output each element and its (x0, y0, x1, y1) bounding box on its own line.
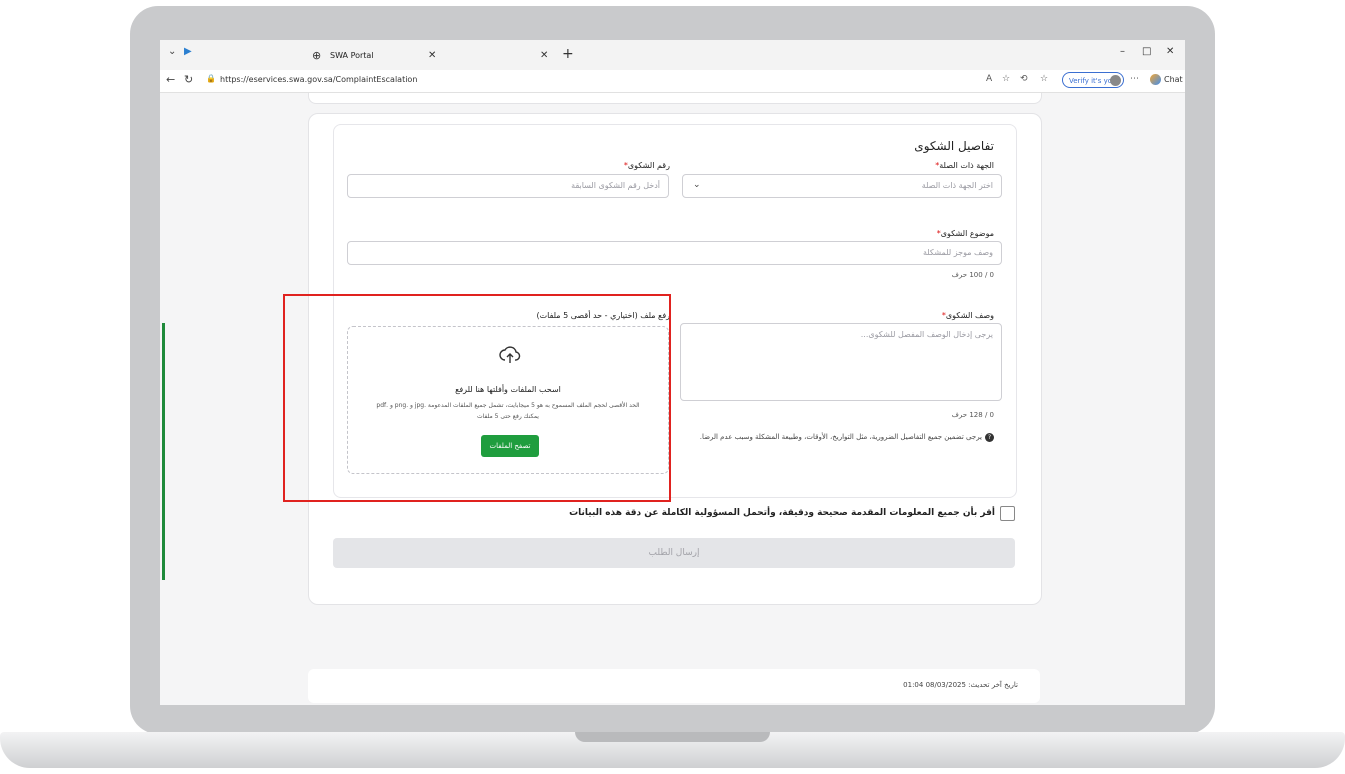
laptop-notch (575, 732, 770, 742)
copilot-icon (1150, 74, 1161, 85)
help-icon: ? (985, 433, 994, 442)
subject-placeholder: وصف موجز للمشكلة (922, 248, 993, 257)
description-label: وصف الشكوى* (941, 311, 994, 320)
entity-placeholder: اختر الجهة ذات الصلة (921, 181, 993, 190)
consent-text: أقر بأن جميع المعلومات المقدمة صحيحة ودق… (569, 508, 995, 518)
back-icon[interactable]: ← (166, 73, 175, 86)
previous-card (308, 93, 1042, 104)
read-aloud-icon[interactable]: A (986, 74, 992, 84)
lock-icon: 🔒 (206, 74, 216, 83)
description-placeholder: يرجى إدخال الوصف المفصل للشكوى... (860, 330, 993, 339)
tab-title: SWA Portal (330, 51, 374, 60)
description-textarea[interactable]: يرجى إدخال الوصف المفصل للشكوى... (680, 323, 1002, 401)
close-icon[interactable]: ✕ (540, 50, 548, 61)
section-title: تفاصيل الشكوى (914, 139, 994, 153)
entity-select[interactable]: اختر الجهة ذات الصلة ⌄ (682, 174, 1002, 198)
complaint-number-label: رقم الشكوى* (623, 161, 670, 170)
tab-bar: ⌄ ▶ ⊕ SWA Portal ✕ ✕ + – □ ✕ (160, 40, 1185, 70)
close-icon[interactable]: ✕ (428, 50, 436, 61)
scroll-indicator (162, 323, 165, 580)
subject-input[interactable]: وصف موجز للمشكلة (347, 241, 1002, 265)
description-counter: 0 / 128 حرف (951, 411, 994, 419)
favorites-icon[interactable]: ☆ (1040, 74, 1048, 84)
url-text: https://eservices.swa.gov.sa/ComplaintEs… (220, 75, 418, 84)
maximize-icon[interactable]: □ (1142, 46, 1151, 57)
verify-profile-button[interactable]: Verify it's you (1062, 72, 1124, 88)
chat-label: Chat (1164, 75, 1183, 84)
description-hint: ?يرجى تضمين جميع التفاصيل الضرورية، مثل … (700, 433, 994, 442)
minimize-icon[interactable]: – (1120, 46, 1125, 57)
copilot-chat-button[interactable]: Chat (1150, 74, 1183, 85)
url-field[interactable]: 🔒 https://eservices.swa.gov.sa/Complaint… (202, 73, 982, 88)
more-icon[interactable]: ⋯ (1130, 74, 1139, 84)
consent-row: أقر بأن جميع المعلومات المقدمة صحيحة ودق… (333, 506, 1015, 522)
footer: تاريخ آخر تحديث: 08/03/2025 01:04 (308, 669, 1040, 703)
chevron-down-icon: ⌄ (693, 180, 701, 190)
refresh-icon[interactable]: ↻ (184, 73, 193, 86)
last-updated: تاريخ آخر تحديث: 08/03/2025 01:04 (903, 681, 1018, 689)
extensions-icon[interactable]: ⟲ (1020, 74, 1028, 84)
browser-logo-icon: ▶ (184, 46, 192, 57)
submit-button[interactable]: إرسال الطلب (333, 538, 1015, 568)
tab-swa-portal[interactable]: ⊕ SWA Portal ✕ ✕ + (302, 44, 602, 70)
tab-actions-icon[interactable]: ⌄ (168, 46, 176, 62)
globe-icon: ⊕ (312, 49, 322, 62)
entity-label: الجهة ذات الصلة* (935, 161, 994, 170)
new-tab-icon[interactable]: + (562, 46, 574, 62)
complaint-number-input[interactable]: أدخل رقم الشكوى السابقة (347, 174, 669, 198)
address-bar: ← ↻ 🔒 https://eservices.swa.gov.sa/Compl… (160, 70, 1185, 93)
subject-counter: 0 / 100 حرف (951, 271, 994, 279)
consent-checkbox[interactable] (1000, 506, 1015, 521)
favorite-star-icon[interactable]: ☆ (1002, 74, 1010, 84)
highlight-box (283, 294, 671, 502)
complaint-number-placeholder: أدخل رقم الشكوى السابقة (571, 181, 660, 190)
avatar (1110, 75, 1121, 86)
subject-label: موضوع الشكوى* (936, 229, 994, 238)
close-window-icon[interactable]: ✕ (1166, 46, 1174, 57)
